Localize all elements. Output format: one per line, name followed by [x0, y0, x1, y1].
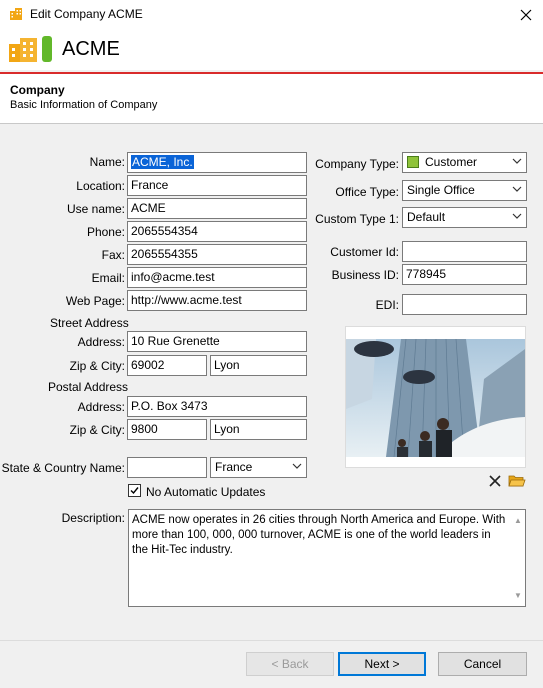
- description-scrollbar[interactable]: ▲ ▼: [511, 510, 525, 606]
- description-label: Description:: [61, 511, 125, 525]
- custom-type-value: Default: [407, 210, 446, 224]
- business-id-label: Business ID:: [331, 268, 399, 282]
- postal-address-label: Address:: [77, 400, 125, 414]
- scroll-up-icon[interactable]: ▲: [514, 513, 522, 528]
- customer-id-field[interactable]: [402, 241, 527, 262]
- no-updates-label[interactable]: No Automatic Updates: [146, 485, 265, 499]
- building-icon: [9, 38, 37, 62]
- postal-address-heading: Postal Address: [48, 380, 129, 394]
- section-title: Company: [10, 83, 65, 97]
- office-type-select[interactable]: Single Office: [402, 180, 527, 201]
- postal-address-field[interactable]: P.O. Box 3473: [127, 396, 307, 417]
- street-zip-field[interactable]: 69002: [127, 355, 207, 376]
- no-updates-checkbox[interactable]: [128, 484, 141, 497]
- company-type-label: Company Type:: [315, 157, 399, 171]
- clear-photo-icon[interactable]: [489, 475, 501, 487]
- company-name-heading: ACME: [62, 38, 120, 60]
- company-photo-image: [346, 339, 525, 457]
- country-value: France: [215, 460, 253, 474]
- edi-label: EDI:: [375, 298, 399, 312]
- state-country-label: State & Country Name:: [1, 461, 125, 475]
- street-address-heading: Street Address: [50, 316, 129, 330]
- edi-field[interactable]: [402, 294, 527, 315]
- company-type-color-swatch: [407, 156, 419, 168]
- street-zip-city-label: Zip & City:: [69, 359, 125, 373]
- usename-field[interactable]: ACME: [127, 198, 307, 219]
- company-type-indicator: [42, 36, 52, 62]
- building-icon: [10, 8, 22, 20]
- close-button[interactable]: [509, 0, 543, 30]
- phone-label: Phone:: [86, 225, 125, 239]
- company-header: ACME: [0, 30, 543, 70]
- checkmark-icon: [130, 487, 139, 495]
- postal-zip-city-label: Zip & City:: [69, 423, 125, 437]
- webpage-label: Web Page:: [65, 294, 125, 308]
- chevron-down-icon: [512, 213, 522, 219]
- name-value: ACME, Inc.: [131, 155, 194, 169]
- section-subtitle: Basic Information of Company: [10, 99, 158, 111]
- state-field[interactable]: [127, 457, 207, 478]
- back-button[interactable]: < Back: [246, 652, 334, 676]
- webpage-field[interactable]: http://www.acme.test: [127, 290, 307, 311]
- usename-label: Use name:: [66, 202, 125, 216]
- name-field[interactable]: ACME, Inc.: [127, 152, 307, 173]
- description-textarea[interactable]: ACME now operates in 26 cities through N…: [128, 509, 526, 607]
- chevron-down-icon: [512, 158, 522, 164]
- chevron-down-icon: [292, 463, 302, 469]
- customer-id-label: Customer Id:: [330, 245, 399, 259]
- chevron-down-icon: [512, 186, 522, 192]
- email-label: Email:: [91, 271, 125, 285]
- country-select[interactable]: France: [210, 457, 307, 478]
- street-city-field[interactable]: Lyon: [210, 355, 307, 376]
- fax-label: Fax:: [101, 248, 125, 262]
- business-id-field[interactable]: 778945: [402, 264, 527, 285]
- postal-zip-field[interactable]: 9800: [127, 419, 207, 440]
- scroll-down-icon[interactable]: ▼: [514, 588, 522, 603]
- office-type-label: Office Type:: [335, 185, 399, 199]
- location-label: Location:: [76, 179, 125, 193]
- custom-type-label: Custom Type 1:: [315, 212, 399, 226]
- close-icon: [520, 9, 532, 21]
- name-label: Name:: [89, 155, 125, 169]
- custom-type-select[interactable]: Default: [402, 207, 527, 228]
- next-button[interactable]: Next >: [338, 652, 426, 676]
- street-address-label: Address:: [77, 335, 125, 349]
- company-type-select[interactable]: Customer: [402, 152, 527, 173]
- open-folder-icon[interactable]: [508, 474, 526, 488]
- phone-field[interactable]: 2065554354: [127, 221, 307, 242]
- office-type-value: Single Office: [407, 183, 475, 197]
- street-address-field[interactable]: 10 Rue Grenette: [127, 331, 307, 352]
- company-type-value: Customer: [425, 155, 478, 169]
- postal-city-field[interactable]: Lyon: [210, 419, 307, 440]
- description-text: ACME now operates in 26 cities through N…: [132, 514, 506, 556]
- title-bar: Edit Company ACME: [0, 0, 543, 30]
- fax-field[interactable]: 2065554355: [127, 244, 307, 265]
- window-title: Edit Company ACME: [30, 7, 143, 21]
- company-photo[interactable]: [345, 326, 526, 468]
- cancel-button[interactable]: Cancel: [438, 652, 527, 676]
- section-header: Company Basic Information of Company: [0, 74, 543, 124]
- location-field[interactable]: France: [127, 175, 307, 196]
- email-field[interactable]: info@acme.test: [127, 267, 307, 288]
